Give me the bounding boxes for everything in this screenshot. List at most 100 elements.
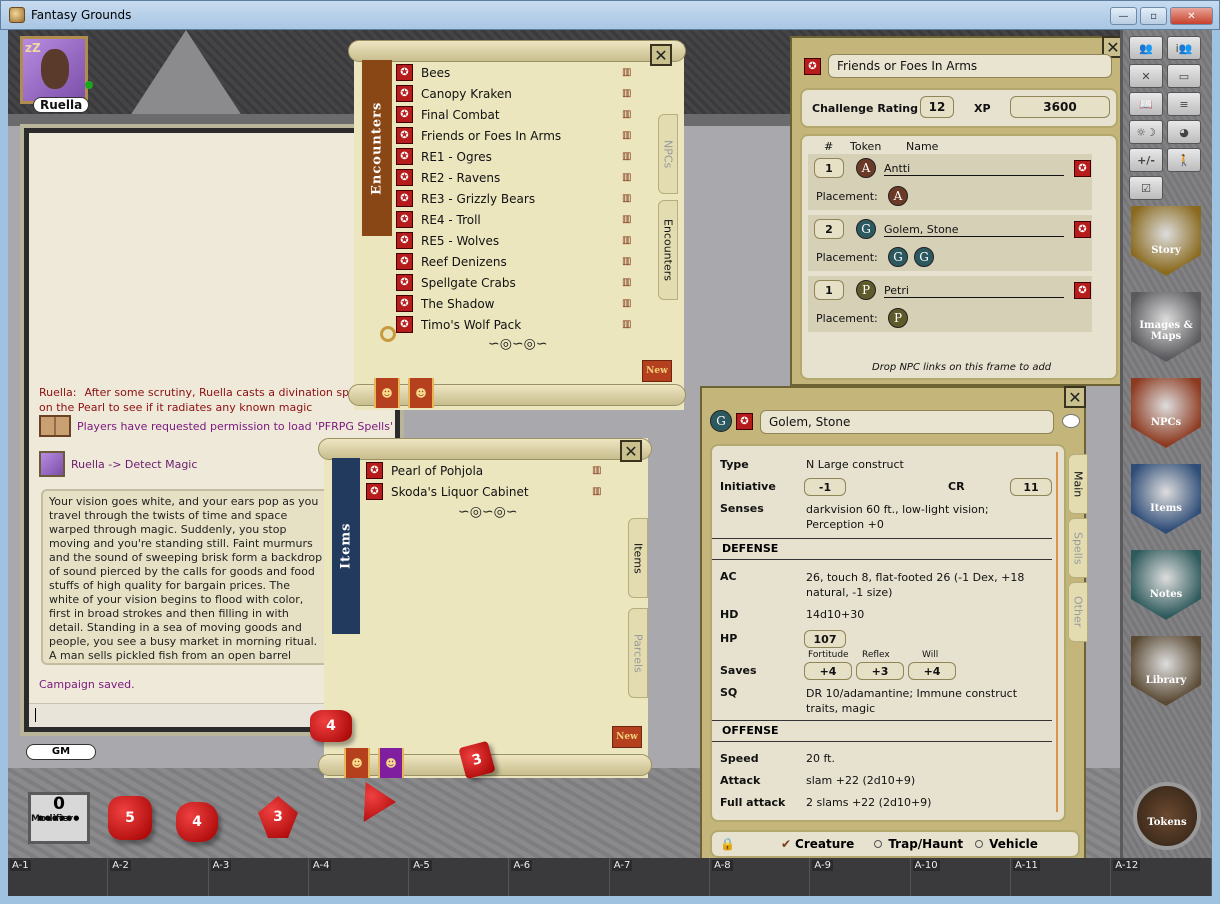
encounter-list-item[interactable]: ✪ Timo's Wolf Pack ▥	[396, 314, 636, 335]
encounter-list-item[interactable]: ✪ RE4 - Troll ▥	[396, 209, 636, 230]
close-encounters-button[interactable]: ✕	[650, 44, 672, 66]
close-button[interactable]: ✕	[1170, 7, 1213, 25]
encounter-name-field[interactable]: Friends or Foes In Arms	[828, 54, 1112, 78]
npc-token[interactable]: G	[710, 410, 732, 432]
placement-token[interactable]: A	[888, 186, 908, 206]
sidebar-item-notes[interactable]: Notes	[1131, 550, 1201, 620]
npc-count-field[interactable]: 1	[814, 280, 844, 300]
link-icon[interactable]: ▥	[622, 256, 631, 267]
sidebar-item-story[interactable]: Story	[1131, 206, 1201, 276]
ac-value[interactable]: 26, touch 8, flat-footed 26 (-1 Dex, +18…	[806, 570, 1046, 600]
modifier-box[interactable]: 0 Modifier ●●●●●●	[28, 792, 90, 844]
encounter-list-item[interactable]: ✪ RE3 - Grizzly Bears ▥	[396, 188, 636, 209]
hd-value[interactable]: 14d10+30	[806, 608, 864, 621]
category-filter-icon[interactable]: ☻	[374, 378, 400, 408]
new-item-button[interactable]: New	[612, 726, 642, 748]
speech-bubble-icon[interactable]	[1062, 414, 1080, 428]
encounter-record-icon[interactable]: ✪	[396, 64, 413, 81]
link-icon[interactable]: ▥	[622, 193, 631, 204]
tab-items[interactable]: Items	[628, 518, 648, 598]
link-icon[interactable]: ▥	[622, 109, 631, 120]
encounter-record-icon[interactable]: ✪	[396, 316, 413, 333]
encounter-list-item[interactable]: ✪ Spellgate Crabs ▥	[396, 272, 636, 293]
npc-record-icon[interactable]: ✪	[1074, 160, 1091, 177]
ref-field[interactable]: +3	[856, 662, 904, 680]
npc-name-field[interactable]: Antti	[884, 162, 1064, 176]
hotkey-slot[interactable]: A-10	[911, 858, 1011, 896]
hotkey-slot[interactable]: A-11	[1011, 858, 1112, 896]
category-filter-icon[interactable]: ☻	[408, 378, 434, 408]
scroll-rod-top[interactable]	[318, 438, 652, 460]
link-icon[interactable]: ▥	[622, 151, 631, 162]
daynight-icon[interactable]: ☼☽	[1129, 120, 1163, 144]
hotkey-slot[interactable]: A-2	[108, 858, 209, 896]
identity-badge[interactable]: GM	[26, 744, 96, 760]
link-icon[interactable]: ▥	[622, 214, 631, 225]
encounter-record-icon[interactable]: ✪	[804, 58, 821, 75]
placement-token[interactable]: G	[888, 247, 908, 267]
search-icon[interactable]	[380, 326, 396, 342]
player-portrait[interactable]: zZ Ruella	[20, 36, 93, 113]
hotkey-slot[interactable]: A-5	[409, 858, 510, 896]
scrollbar[interactable]	[1056, 452, 1058, 812]
close-npc-sheet-button[interactable]: ✕	[1064, 386, 1086, 408]
link-icon[interactable]: ▥	[622, 319, 631, 330]
book-icon[interactable]: 📖	[1129, 92, 1163, 116]
encounter-list-item[interactable]: ✪ Bees ▥	[396, 62, 636, 83]
close-items-button[interactable]: ✕	[620, 440, 642, 462]
hp-field[interactable]: 107	[804, 630, 846, 648]
encounter-record-icon[interactable]: ✪	[396, 232, 413, 249]
init-field[interactable]: -1	[804, 478, 846, 496]
link-icon[interactable]: ▥	[592, 465, 601, 476]
placement-token[interactable]: G	[914, 247, 934, 267]
full-attack-value[interactable]: 2 slams +22 (2d10+9)	[806, 796, 931, 809]
encounter-list-item[interactable]: ✪ RE1 - Ogres ▥	[396, 146, 636, 167]
list-icon[interactable]: ≡	[1167, 92, 1201, 116]
link-icon[interactable]: ▥	[622, 298, 631, 309]
hotkey-slot[interactable]: A-8	[710, 858, 811, 896]
hotkey-slot[interactable]: A-7	[610, 858, 711, 896]
character-icon[interactable]: 🚶	[1167, 148, 1201, 172]
hotkey-slot[interactable]: A-1	[8, 858, 109, 896]
link-icon[interactable]: ▥	[622, 277, 631, 288]
link-icon[interactable]: ▥	[622, 130, 631, 141]
maximize-button[interactable]: ▫	[1140, 7, 1167, 25]
encounter-record-icon[interactable]: ✪	[396, 106, 413, 123]
tokens-button[interactable]: Tokens	[1133, 782, 1201, 850]
hotkey-slot[interactable]: A-6	[509, 858, 610, 896]
item-record-icon[interactable]: ✪	[366, 483, 383, 500]
xp-field[interactable]: 3600	[1010, 96, 1110, 118]
npc-token[interactable]: A	[856, 158, 876, 178]
encounter-list-item[interactable]: ✪ Friends or Foes In Arms ▥	[396, 125, 636, 146]
tab-other[interactable]: Other	[1068, 582, 1088, 642]
npc-count-field[interactable]: 2	[814, 219, 844, 239]
mode-creature[interactable]: ✔ Creature	[781, 837, 854, 851]
cr-field[interactable]: 12	[920, 96, 954, 118]
npc-name-field[interactable]: Golem, Stone	[760, 410, 1054, 434]
hotkey-slot[interactable]: A-4	[309, 858, 410, 896]
cr-field[interactable]: 11	[1010, 478, 1052, 496]
category-filter-icon[interactable]: ☻	[378, 748, 404, 778]
link-icon[interactable]: ▥	[622, 235, 631, 246]
sidebar-item-npcs[interactable]: NPCs	[1131, 378, 1201, 448]
link-icon[interactable]: ▥	[622, 67, 631, 78]
combat-icon[interactable]: ✕	[1129, 64, 1163, 88]
d20-die[interactable]: 5	[108, 796, 152, 840]
hotkey-slot[interactable]: A-3	[209, 858, 309, 896]
category-filter-icon[interactable]: ☻	[344, 748, 370, 778]
sq-value[interactable]: DR 10/adamantine; Immune construct trait…	[806, 686, 1046, 716]
fort-field[interactable]: +4	[804, 662, 852, 680]
modifier-icon[interactable]: +/-	[1129, 148, 1163, 172]
encounter-record-icon[interactable]: ✪	[396, 295, 413, 312]
tab-npcs[interactable]: NPCs	[658, 114, 678, 194]
npc-record-icon[interactable]: ✪	[1074, 282, 1091, 299]
npc-name-field[interactable]: Golem, Stone	[884, 223, 1064, 237]
encounter-record-icon[interactable]: ✪	[396, 190, 413, 207]
minimize-button[interactable]: —	[1110, 7, 1137, 25]
encounter-record-icon[interactable]: ✪	[396, 85, 413, 102]
tab-spells[interactable]: Spells	[1068, 518, 1088, 578]
npc-token[interactable]: G	[856, 219, 876, 239]
encounter-record-icon[interactable]: ✪	[396, 253, 413, 270]
link-icon[interactable]: ▥	[622, 172, 631, 183]
d12-die[interactable]: 4	[176, 802, 218, 842]
